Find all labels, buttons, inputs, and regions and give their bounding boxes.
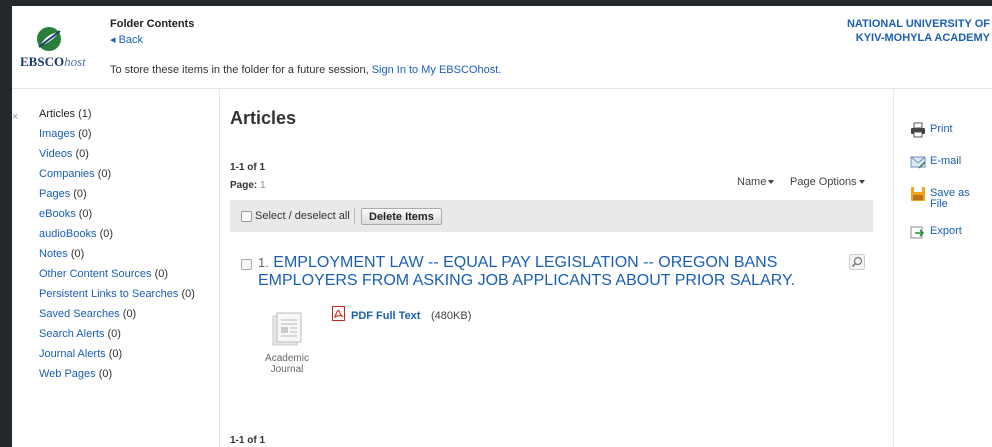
sidebar-item-pages[interactable]: Pages (0) (39, 187, 209, 201)
sidebar-item-journal-alerts[interactable]: Journal Alerts (0) (39, 347, 209, 361)
print-label: Print (930, 123, 953, 135)
result-range-bottom: 1-1 of 1 (230, 435, 266, 446)
ebsco-leaf-icon (37, 27, 61, 51)
sort-label: Name (737, 176, 767, 188)
result-title: 1. EMPLOYMENT LAW -- EQUAL PAY LEGISLATI… (258, 254, 828, 290)
result-checkbox[interactable] (241, 259, 252, 270)
chevron-down-icon (858, 180, 865, 185)
sidebar-item-persistent-links[interactable]: Persistent Links to Searches (0) (39, 287, 209, 301)
folder-header: EBSCOhost Folder Contents ◂ Back To stor… (12, 6, 992, 89)
toolbar-divider (354, 208, 355, 224)
sidebar-item-notes[interactable]: Notes (0) (39, 247, 209, 261)
save-as-file-action[interactable]: Save as File (910, 186, 990, 216)
sidebar-item-images[interactable]: Images (0) (39, 127, 209, 141)
result-title-link[interactable]: EMPLOYMENT LAW -- EQUAL PAY LEGISLATION … (258, 254, 795, 289)
select-all-checkbox[interactable] (241, 211, 252, 222)
select-all-label[interactable]: Select / deselect all (255, 210, 350, 222)
sidebar-item-ebooks[interactable]: eBooks (0) (39, 207, 209, 221)
collapse-sidebar-icon[interactable]: × (12, 111, 18, 123)
page-options-label: Page Options (790, 176, 857, 188)
sidebar-item-saved-searches[interactable]: Saved Searches (0) (39, 307, 209, 321)
institution-name: NATIONAL UNIVERSITY OF KYIV-MOHYLA ACADE… (847, 17, 990, 45)
email-label: E-mail (930, 155, 962, 167)
sidebar-item-other-content[interactable]: Other Content Sources (0) (39, 267, 209, 281)
page-label: Page: (230, 180, 258, 191)
save-as-file-label: Save as File (930, 187, 970, 210)
email-icon (910, 156, 926, 169)
folder-toolbar: Select / deselect all Delete Items (230, 200, 873, 232)
pdf-icon (332, 306, 345, 321)
sidebar-item-videos[interactable]: Videos (0) (39, 147, 209, 161)
sort-dropdown[interactable]: Name (737, 176, 775, 188)
email-action[interactable]: E-mail (910, 154, 990, 170)
sidebar-item-search-alerts[interactable]: Search Alerts (0) (39, 327, 209, 341)
export-label: Export (930, 225, 962, 237)
store-items-message: To store these items in the folder for a… (110, 64, 501, 76)
sidebar-item-articles[interactable]: Articles (1) (39, 107, 209, 121)
browser-page: EBSCOhost Folder Contents ◂ Back To stor… (12, 6, 992, 447)
pdf-file-size: (480KB) (431, 310, 472, 322)
export-icon (910, 226, 925, 239)
institution-line-2: KYIV-MOHYLA ACADEMY (855, 32, 990, 44)
logo-wordmark: EBSCOhost (20, 54, 86, 69)
save-disk-icon (911, 187, 925, 201)
sidebar-item-web-pages[interactable]: Web Pages (0) (39, 367, 209, 381)
sidebar-item-audiobooks[interactable]: audioBooks (0) (39, 227, 209, 241)
result-range-top: 1-1 of 1 (230, 162, 266, 173)
document-type-label: Academic Journal (265, 353, 309, 375)
store-items-text: To store these items in the folder for a… (110, 64, 369, 76)
printer-icon (911, 122, 925, 138)
chevron-down-icon (768, 180, 775, 185)
ebscohost-logo[interactable]: EBSCOhost (20, 26, 100, 78)
page-number: 1 (260, 180, 266, 191)
result-index: 1. (258, 255, 269, 270)
folder-actions: Print E-mail Save as File Export (910, 122, 990, 256)
back-link[interactable]: ◂ Back (110, 33, 143, 46)
folder-sidebar: Articles (1) Images (0) Videos (0) Compa… (39, 107, 209, 387)
print-action[interactable]: Print (910, 122, 990, 138)
preview-magnifier-icon[interactable] (849, 254, 865, 270)
page-indicator: Page: 1 (230, 180, 266, 191)
export-action[interactable]: Export (910, 224, 990, 240)
pdf-full-text-link[interactable]: PDF Full Text (351, 310, 420, 322)
sign-in-link[interactable]: Sign In to My EBSCOhost. (372, 64, 502, 76)
institution-line-1: NATIONAL UNIVERSITY OF (846, 18, 990, 30)
section-title: Articles (230, 108, 297, 128)
academic-journal-icon (272, 312, 302, 346)
page-options-dropdown[interactable]: Page Options (790, 176, 865, 188)
results-panel: Articles 1-1 of 1 Page: 1 Name Page Opti… (219, 88, 894, 447)
sidebar-item-companies[interactable]: Companies (0) (39, 167, 209, 181)
page-title: Folder Contents (110, 18, 195, 30)
delete-items-button[interactable]: Delete Items (361, 208, 442, 225)
